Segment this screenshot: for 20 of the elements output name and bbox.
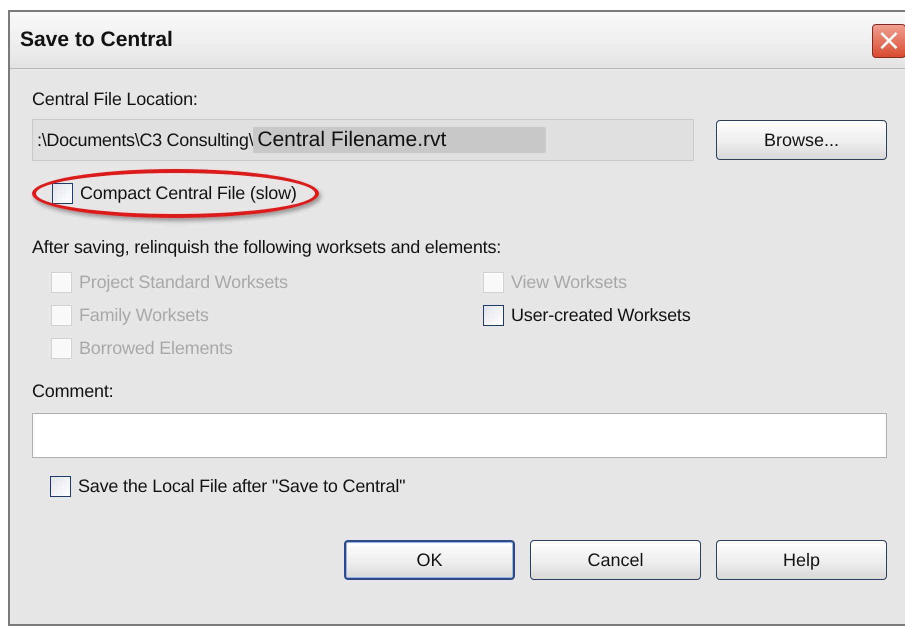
checkbox-label: User-created Worksets: [511, 305, 691, 326]
checkbox-label: Save the Local File after "Save to Central": [78, 476, 406, 497]
checkbox-label: Project Standard Worksets: [79, 272, 288, 293]
dialog-button[interactable]: Help: [716, 540, 887, 580]
checkbox-label: Family Worksets: [79, 305, 209, 326]
path-field[interactable]: :\Documents\C3 Consulting\ Central Filename.rvt: [32, 119, 694, 161]
checkbox-label: Compact Central File (slow): [80, 183, 297, 204]
field-label: Central File Location:: [32, 89, 199, 110]
checkbox-label: Borrowed Elements: [79, 338, 233, 359]
dialog-button[interactable]: OK: [344, 540, 515, 580]
window-title: Save to Central: [20, 28, 173, 52]
dialog-button[interactable]: Browse...: [716, 120, 887, 160]
dialog-button[interactable]: Cancel: [530, 540, 701, 580]
checkbox-label: View Worksets: [511, 272, 627, 293]
field-label: Comment:: [32, 381, 114, 402]
comment-field[interactable]: [32, 413, 887, 458]
section-label: After saving, relinquish the following worksets and elements:: [32, 237, 502, 258]
checkbox[interactable]: [483, 305, 504, 326]
checkbox[interactable]: [50, 476, 71, 497]
checkbox[interactable]: [52, 183, 73, 204]
